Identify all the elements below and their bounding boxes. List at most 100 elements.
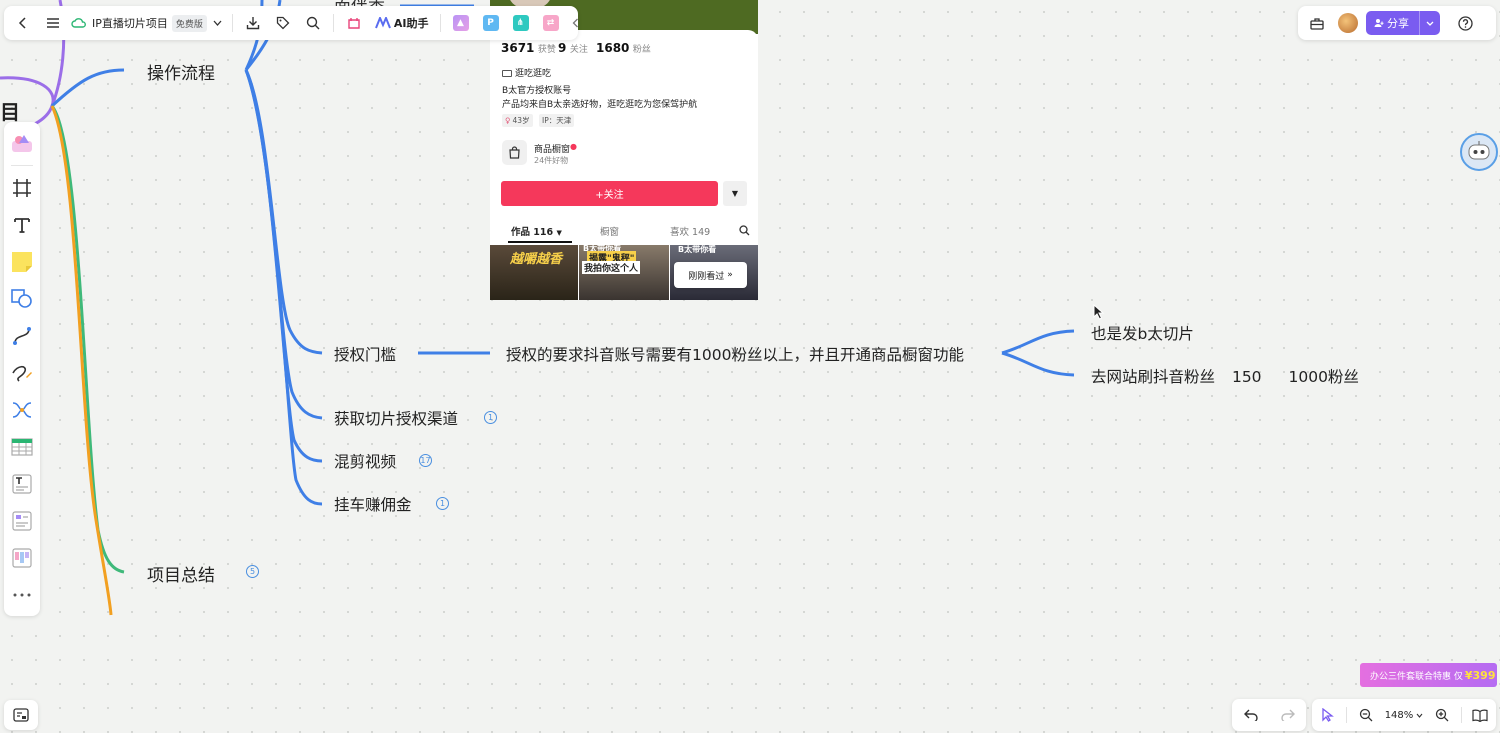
app-share-button[interactable]: ⋔ (508, 10, 534, 36)
count-badge-summary[interactable]: 5 (246, 565, 259, 578)
plan-badge[interactable]: 免费版 (171, 14, 207, 32)
chip-age: ♀ 43岁 (502, 114, 533, 127)
app-p-button[interactable]: P (478, 10, 504, 36)
palette-divider (11, 165, 33, 166)
share-button[interactable]: 分享 (1366, 11, 1440, 35)
minimap-button[interactable] (4, 700, 38, 730)
promo-banner[interactable]: 办公三件套联合特惠 仅 ¥399 (1360, 663, 1497, 687)
chevron-left-icon (18, 17, 26, 29)
table-tool[interactable] (8, 432, 36, 462)
cloud-saved-icon (70, 10, 88, 36)
pen-tool[interactable] (8, 358, 36, 388)
video-thumb-2[interactable]: B太带你看 揭露"鬼秤" 我拍你这个人 (579, 245, 669, 300)
zoom-divider (1346, 707, 1348, 723)
branch-mix (244, 69, 323, 463)
card-tool[interactable] (8, 506, 36, 536)
briefcase-icon (1310, 17, 1324, 30)
share-dropdown-button[interactable] (1420, 11, 1440, 35)
ai-assistant-button[interactable]: AI助手 (371, 15, 433, 31)
shape-library-tool[interactable] (8, 128, 36, 158)
more-tools-button[interactable] (8, 580, 36, 610)
minimap-icon (13, 708, 29, 722)
node-also-clips[interactable]: 也是发b太切片 (1091, 322, 1194, 344)
thumb1-caption: 越嚼越香 (510, 252, 563, 267)
node-mix-edit[interactable]: 混剪视频 (334, 450, 396, 472)
tab-window[interactable]: 橱窗 (600, 224, 619, 238)
collapse-apps-button[interactable] (568, 10, 584, 36)
root-node[interactable]: 目 (0, 96, 20, 125)
zoom-out-icon (1359, 708, 1373, 722)
search-icon[interactable] (739, 225, 750, 236)
video-thumb-1[interactable]: 越嚼越香 (490, 245, 578, 300)
node-get-channel[interactable]: 获取切片授权渠道 (334, 407, 458, 429)
count-badge-get-channel[interactable]: 1 (484, 411, 497, 424)
menu-button[interactable] (40, 10, 66, 36)
zoom-level-dropdown[interactable]: 148% (1385, 710, 1424, 721)
card-list-icon (12, 511, 32, 531)
search-button[interactable] (300, 10, 326, 36)
zoom-in-button[interactable] (1429, 702, 1455, 728)
frame-tool[interactable] (8, 173, 36, 203)
kanban-tool[interactable] (8, 543, 36, 573)
profile-screenshot-image[interactable]: 3671 获赞 9 关注 1680 粉丝 逛吃逛吃 B太官方授权账号 产品均来自… (490, 0, 758, 300)
buy-fans-price: 150 (1231, 368, 1262, 386)
shop-sub: 24件好物 (534, 156, 569, 165)
hamburger-icon (47, 18, 59, 28)
share-main[interactable]: 分享 (1366, 11, 1420, 35)
shape-square-circle-icon (11, 289, 32, 308)
recently-viewed-button[interactable]: 刚刚看过» (674, 262, 747, 288)
assistant-robot-icon[interactable] (1460, 133, 1498, 171)
zoom-out-button[interactable] (1353, 702, 1379, 728)
zoom-in-icon (1435, 708, 1449, 722)
tab-works[interactable]: 作品 116 ▼ (511, 224, 562, 238)
title-dropdown-button[interactable] (211, 10, 225, 36)
text-doc-tool[interactable] (8, 469, 36, 499)
select-tool-button[interactable] (1315, 702, 1341, 728)
account-tag: 逛吃逛吃 (502, 66, 551, 79)
briefcase-button[interactable] (1304, 10, 1330, 36)
mindmap-tool[interactable] (8, 395, 36, 425)
bio-line-2: 产品均来自B太亲选好物，逛吃逛吃为您保驾护航 (502, 100, 698, 110)
text-tool[interactable] (8, 210, 36, 240)
app-image-button[interactable]: ▲ (448, 10, 474, 36)
count-badge-mix-edit[interactable]: 17 (419, 454, 432, 467)
redo-icon (1280, 709, 1295, 721)
shape-tool[interactable] (8, 284, 36, 314)
node-commission[interactable]: 挂车赚佣金 (334, 493, 412, 515)
chip-ip: IP：天津 (539, 114, 575, 127)
template-icon (348, 18, 360, 29)
branch-buy-fans (1001, 351, 1075, 377)
shapes-library-icon (12, 135, 32, 152)
frame-icon (13, 179, 31, 197)
node-auth-requirement[interactable]: 授权的要求抖音账号需要有1000粉丝以上，并且开通商品橱窗功能 (506, 343, 964, 365)
branch-process (50, 68, 125, 108)
shop-title[interactable]: 商品橱窗● (534, 142, 577, 155)
sticky-note-tool[interactable] (8, 247, 36, 277)
tag-button[interactable] (270, 10, 296, 36)
node-auth-threshold[interactable]: 授权门槛 (334, 343, 396, 365)
promo-price: ¥399 (1464, 668, 1496, 682)
connector-tool[interactable] (8, 321, 36, 351)
more-dropdown-button[interactable]: ▼ (723, 181, 747, 206)
toolbar-divider (439, 14, 441, 32)
stat-likes: 3671 获赞 (501, 41, 556, 55)
app-flow-button[interactable]: ⇄ (538, 10, 564, 36)
node-summary[interactable]: 项目总结 (147, 561, 215, 586)
undo-button[interactable] (1238, 702, 1264, 728)
download-button[interactable] (240, 10, 266, 36)
count-badge-commission[interactable]: 1 (436, 497, 449, 510)
pen-scribble-icon (12, 365, 32, 382)
thumb2-bot: 我拍你这个人 (582, 261, 641, 274)
reading-mode-button[interactable] (1467, 702, 1493, 728)
help-button[interactable] (1452, 10, 1478, 36)
follow-button[interactable]: +关注 (501, 181, 718, 206)
promo-text: 办公三件套联合特惠 仅 (1370, 671, 1463, 682)
redo-button[interactable] (1275, 702, 1301, 728)
tab-likes[interactable]: 喜欢 149 (670, 224, 710, 238)
node-buy-fans[interactable]: 去网站刷抖音粉丝 150 1000粉丝 (1091, 365, 1359, 387)
node-process[interactable]: 操作流程 (147, 59, 215, 84)
project-title[interactable]: IP直播切片项目 (92, 15, 168, 31)
template-button[interactable] (341, 10, 367, 36)
user-avatar[interactable] (1338, 13, 1358, 33)
back-button[interactable] (10, 10, 36, 36)
